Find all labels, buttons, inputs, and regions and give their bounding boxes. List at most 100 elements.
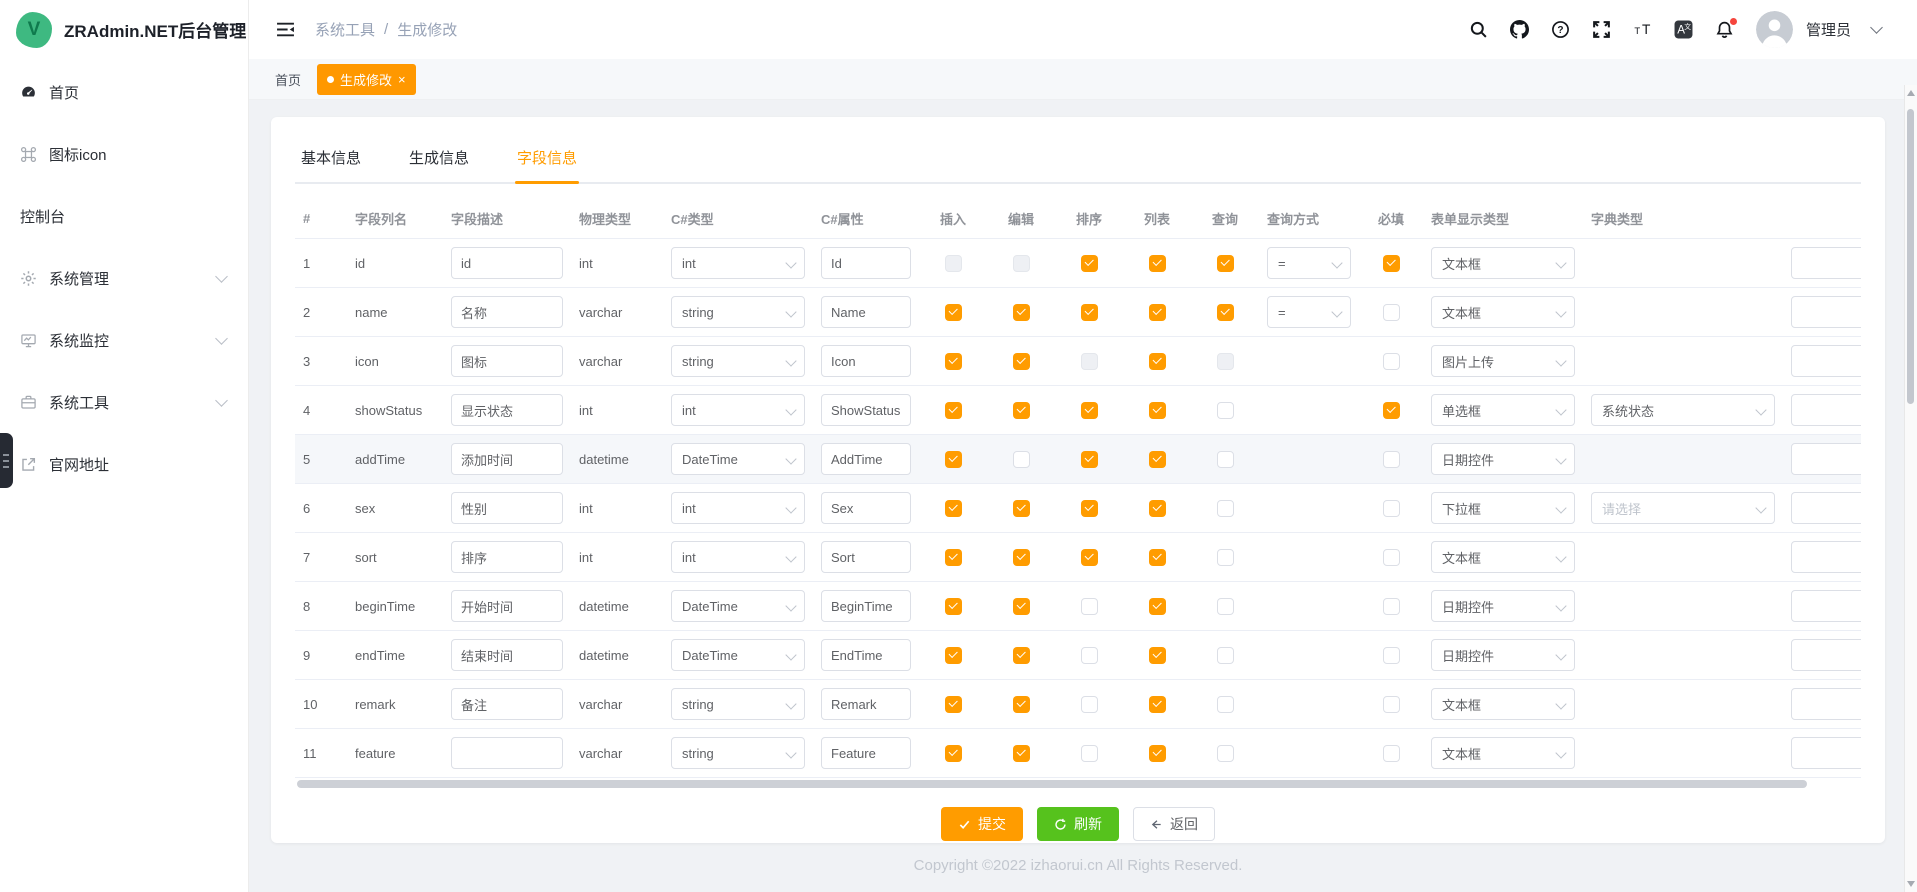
required-checkbox[interactable] bbox=[1383, 696, 1400, 713]
description-input[interactable] bbox=[451, 394, 563, 426]
query-checkbox[interactable] bbox=[1217, 304, 1234, 321]
csharp-type-select[interactable]: int bbox=[671, 541, 805, 573]
list-checkbox[interactable] bbox=[1149, 451, 1166, 468]
display-type-select[interactable]: 日期控件 bbox=[1431, 590, 1575, 622]
fullscreen-icon[interactable] bbox=[1592, 20, 1612, 40]
csharp-property-input[interactable] bbox=[821, 639, 911, 671]
dict-type-select[interactable]: 系统状态 bbox=[1591, 394, 1775, 426]
required-checkbox[interactable] bbox=[1383, 500, 1400, 517]
insert-checkbox[interactable] bbox=[945, 451, 962, 468]
edit-checkbox[interactable] bbox=[1013, 500, 1030, 517]
csharp-property-input[interactable] bbox=[821, 345, 911, 377]
csharp-property-input[interactable] bbox=[821, 737, 911, 769]
help-icon[interactable]: ? bbox=[1551, 20, 1571, 40]
scroll-down-arrow-icon[interactable] bbox=[1907, 881, 1915, 887]
required-checkbox[interactable] bbox=[1383, 402, 1400, 419]
list-checkbox[interactable] bbox=[1149, 647, 1166, 664]
insert-checkbox[interactable] bbox=[945, 598, 962, 615]
edit-checkbox[interactable] bbox=[1013, 353, 1030, 370]
sort-checkbox[interactable] bbox=[1081, 598, 1098, 615]
edit-checkbox[interactable] bbox=[1013, 304, 1030, 321]
list-checkbox[interactable] bbox=[1149, 696, 1166, 713]
description-input[interactable] bbox=[451, 443, 563, 475]
close-icon[interactable]: × bbox=[398, 73, 406, 86]
csharp-type-select[interactable]: string bbox=[671, 345, 805, 377]
extra-input[interactable] bbox=[1791, 345, 1861, 377]
required-checkbox[interactable] bbox=[1383, 549, 1400, 566]
required-checkbox[interactable] bbox=[1383, 353, 1400, 370]
csharp-type-select[interactable]: DateTime bbox=[671, 590, 805, 622]
sort-checkbox[interactable] bbox=[1081, 549, 1098, 566]
csharp-type-select[interactable]: string bbox=[671, 688, 805, 720]
user-name[interactable]: 管理员 bbox=[1806, 19, 1851, 40]
sort-checkbox[interactable] bbox=[1081, 647, 1098, 664]
extra-input[interactable] bbox=[1791, 492, 1861, 524]
insert-checkbox[interactable] bbox=[945, 353, 962, 370]
sort-checkbox[interactable] bbox=[1081, 304, 1098, 321]
refresh-button[interactable]: 刷新 bbox=[1037, 807, 1119, 841]
insert-checkbox[interactable] bbox=[945, 549, 962, 566]
sort-checkbox[interactable] bbox=[1081, 500, 1098, 517]
description-input[interactable] bbox=[451, 737, 563, 769]
query-checkbox[interactable] bbox=[1217, 598, 1234, 615]
csharp-property-input[interactable] bbox=[821, 443, 911, 475]
sidebar-item-system-monitor[interactable]: 系统监控 bbox=[0, 309, 248, 371]
csharp-type-select[interactable]: int bbox=[671, 492, 805, 524]
edit-checkbox[interactable] bbox=[1013, 549, 1030, 566]
query-checkbox[interactable] bbox=[1217, 696, 1234, 713]
list-checkbox[interactable] bbox=[1149, 402, 1166, 419]
display-type-select[interactable]: 文本框 bbox=[1431, 296, 1575, 328]
list-checkbox[interactable] bbox=[1149, 255, 1166, 272]
query-checkbox[interactable] bbox=[1217, 402, 1234, 419]
display-type-select[interactable]: 文本框 bbox=[1431, 737, 1575, 769]
insert-checkbox[interactable] bbox=[945, 696, 962, 713]
chevron-down-icon[interactable] bbox=[1870, 21, 1883, 34]
description-input[interactable] bbox=[451, 590, 563, 622]
sidebar-item-home[interactable]: 首页 bbox=[0, 61, 248, 123]
translate-icon[interactable]: A文 bbox=[1674, 20, 1694, 40]
description-input[interactable] bbox=[451, 541, 563, 573]
sort-checkbox[interactable] bbox=[1081, 451, 1098, 468]
query-type-select[interactable]: = bbox=[1267, 247, 1351, 279]
font-size-icon[interactable]: TT bbox=[1633, 20, 1653, 40]
tag-generate-edit[interactable]: 生成修改 × bbox=[317, 64, 416, 95]
required-checkbox[interactable] bbox=[1383, 451, 1400, 468]
list-checkbox[interactable] bbox=[1149, 353, 1166, 370]
sidebar-item-icons[interactable]: 图标icon bbox=[0, 123, 248, 185]
required-checkbox[interactable] bbox=[1383, 745, 1400, 762]
query-checkbox[interactable] bbox=[1217, 255, 1234, 272]
extra-input[interactable] bbox=[1791, 394, 1861, 426]
vertical-scrollbar[interactable] bbox=[1904, 85, 1917, 892]
required-checkbox[interactable] bbox=[1383, 255, 1400, 272]
insert-checkbox[interactable] bbox=[945, 745, 962, 762]
breadcrumb-parent[interactable]: 系统工具 bbox=[315, 19, 375, 40]
insert-checkbox[interactable] bbox=[945, 647, 962, 664]
display-type-select[interactable]: 日期控件 bbox=[1431, 443, 1575, 475]
description-input[interactable] bbox=[451, 492, 563, 524]
csharp-property-input[interactable] bbox=[821, 394, 911, 426]
extra-input[interactable] bbox=[1791, 541, 1861, 573]
sidebar-item-console[interactable]: 控制台 bbox=[0, 185, 248, 247]
query-checkbox[interactable] bbox=[1217, 647, 1234, 664]
query-type-select[interactable]: = bbox=[1267, 296, 1351, 328]
github-icon[interactable] bbox=[1510, 20, 1530, 40]
sort-checkbox[interactable] bbox=[1081, 402, 1098, 419]
csharp-property-input[interactable] bbox=[821, 492, 911, 524]
sort-checkbox[interactable] bbox=[1081, 696, 1098, 713]
notification-bell-icon[interactable] bbox=[1715, 20, 1735, 40]
menu-collapse-icon[interactable] bbox=[275, 20, 295, 40]
edit-checkbox[interactable] bbox=[1013, 647, 1030, 664]
submit-button[interactable]: 提交 bbox=[941, 807, 1023, 841]
required-checkbox[interactable] bbox=[1383, 647, 1400, 664]
search-icon[interactable] bbox=[1469, 20, 1489, 40]
query-checkbox[interactable] bbox=[1217, 549, 1234, 566]
display-type-select[interactable]: 文本框 bbox=[1431, 247, 1575, 279]
csharp-property-input[interactable] bbox=[821, 688, 911, 720]
csharp-type-select[interactable]: string bbox=[671, 737, 805, 769]
insert-checkbox[interactable] bbox=[945, 500, 962, 517]
extra-input[interactable] bbox=[1791, 737, 1861, 769]
edit-checkbox[interactable] bbox=[1013, 598, 1030, 615]
sort-checkbox[interactable] bbox=[1081, 255, 1098, 272]
avatar[interactable] bbox=[1756, 11, 1793, 48]
list-checkbox[interactable] bbox=[1149, 745, 1166, 762]
